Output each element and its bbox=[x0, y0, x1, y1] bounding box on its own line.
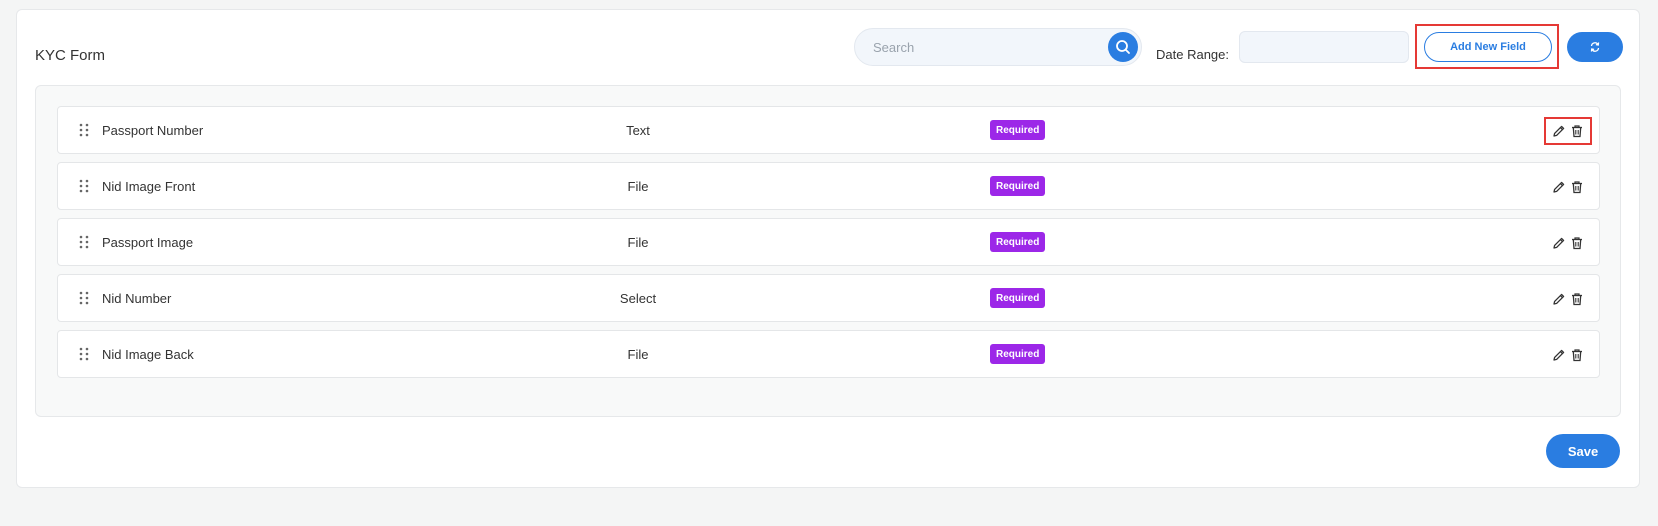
row-actions bbox=[1544, 173, 1592, 201]
pencil-icon bbox=[1553, 181, 1565, 193]
delete-button[interactable] bbox=[1570, 236, 1585, 251]
field-name: Passport Image bbox=[102, 235, 194, 250]
field-type: File bbox=[627, 179, 649, 194]
edit-button[interactable] bbox=[1552, 236, 1567, 251]
pencil-icon bbox=[1553, 293, 1565, 305]
pencil-icon bbox=[1553, 125, 1565, 137]
delete-button[interactable] bbox=[1570, 124, 1585, 139]
required-badge: Required bbox=[990, 288, 1046, 308]
date-range-label: Date Range: bbox=[1156, 47, 1229, 62]
delete-button[interactable] bbox=[1570, 180, 1585, 195]
pencil-icon bbox=[1553, 237, 1565, 249]
drag-handle-icon[interactable] bbox=[78, 290, 90, 306]
add-new-field-button[interactable]: Add New Field bbox=[1424, 32, 1552, 62]
search-icon bbox=[1116, 40, 1130, 54]
trash-icon bbox=[1572, 349, 1582, 362]
delete-button[interactable] bbox=[1570, 292, 1585, 307]
drag-handle-icon[interactable] bbox=[78, 346, 90, 362]
delete-button[interactable] bbox=[1570, 348, 1585, 363]
field-type: File bbox=[627, 235, 649, 250]
edit-button[interactable] bbox=[1552, 348, 1567, 363]
pencil-icon bbox=[1553, 349, 1565, 361]
search-box bbox=[854, 28, 1142, 66]
field-type: Select bbox=[619, 291, 657, 306]
trash-icon bbox=[1572, 293, 1582, 306]
field-list: Passport Number Text Required Nid Image … bbox=[35, 85, 1621, 417]
field-name: Passport Number bbox=[102, 123, 204, 138]
refresh-icon bbox=[1590, 42, 1600, 52]
table-row: Passport Number Text Required bbox=[57, 106, 1600, 154]
page-title: KYC Form bbox=[35, 47, 106, 64]
field-type: Text bbox=[626, 123, 650, 138]
kyc-form-card: KYC Form Date Range: Add New Field bbox=[16, 9, 1640, 488]
drag-handle-icon[interactable] bbox=[78, 122, 90, 138]
trash-icon bbox=[1572, 181, 1582, 194]
drag-handle-icon[interactable] bbox=[78, 178, 90, 194]
refresh-button[interactable] bbox=[1567, 32, 1623, 62]
field-type: File bbox=[627, 347, 649, 362]
search-input[interactable] bbox=[873, 29, 1103, 65]
required-badge: Required bbox=[990, 344, 1046, 364]
row-actions bbox=[1544, 117, 1592, 145]
trash-icon bbox=[1572, 125, 1582, 138]
table-row: Nid Image Back File Required bbox=[57, 330, 1600, 378]
field-name: Nid Image Front bbox=[102, 179, 196, 194]
search-button[interactable] bbox=[1108, 32, 1138, 62]
row-actions bbox=[1544, 229, 1592, 257]
edit-button[interactable] bbox=[1552, 180, 1567, 195]
edit-button[interactable] bbox=[1552, 124, 1567, 139]
row-actions bbox=[1544, 341, 1592, 369]
table-row: Passport Image File Required bbox=[57, 218, 1600, 266]
table-row: Nid Image Front File Required bbox=[57, 162, 1600, 210]
edit-button[interactable] bbox=[1552, 292, 1567, 307]
required-badge: Required bbox=[990, 232, 1046, 252]
date-range-input[interactable] bbox=[1239, 31, 1409, 63]
drag-handle-icon[interactable] bbox=[78, 234, 90, 250]
save-button[interactable]: Save bbox=[1546, 434, 1620, 468]
table-row: Nid Number Select Required bbox=[57, 274, 1600, 322]
required-badge: Required bbox=[990, 120, 1046, 140]
field-name: Nid Number bbox=[102, 291, 172, 306]
field-name: Nid Image Back bbox=[102, 347, 194, 362]
row-actions bbox=[1544, 285, 1592, 313]
required-badge: Required bbox=[990, 176, 1046, 196]
trash-icon bbox=[1572, 237, 1582, 250]
